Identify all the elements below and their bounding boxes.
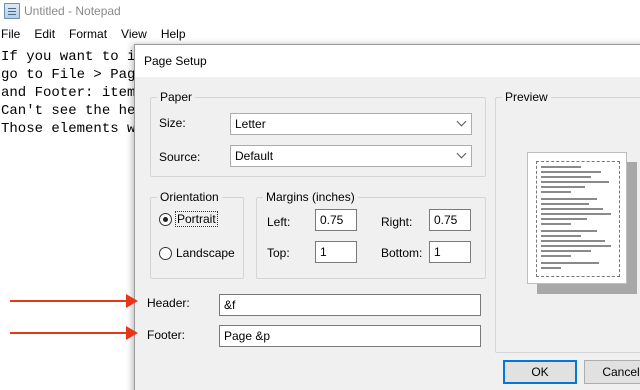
landscape-radio[interactable]: Landscape <box>159 246 235 260</box>
notepad-titlebar: Untitled - Notepad <box>0 0 640 22</box>
right-margin-value: 0.75 <box>434 213 458 227</box>
preview-text-line <box>541 267 561 269</box>
orientation-group: Orientation <box>150 190 244 279</box>
header-arrow-shaft <box>10 300 128 302</box>
dialog-title: Page Setup <box>144 54 207 68</box>
right-margin-input[interactable]: 0.75 <box>429 209 471 231</box>
header-label: Header: <box>147 296 190 310</box>
radio-selected-icon <box>159 212 172 226</box>
size-label: Size: <box>159 116 186 130</box>
footer-input[interactable]: Page &p <box>219 325 481 347</box>
landscape-label: Landscape <box>176 246 235 260</box>
menu-format[interactable]: Format <box>62 27 114 41</box>
top-margin-input[interactable]: 1 <box>315 241 357 263</box>
radio-unselected-icon <box>159 246 172 260</box>
preview-text-line <box>541 186 585 188</box>
bottom-margin-input[interactable]: 1 <box>429 241 471 263</box>
preview-text-line <box>541 191 571 193</box>
preview-text-line <box>541 198 597 200</box>
ok-button-label: OK <box>531 365 549 379</box>
preview-text-line <box>541 218 587 220</box>
header-value: &f <box>224 298 236 312</box>
paper-size-select[interactable]: Letter <box>230 113 472 135</box>
left-margin-label: Left: <box>267 215 291 229</box>
preview-text-line <box>541 255 571 257</box>
margins-legend: Margins (inches) <box>263 190 358 204</box>
menu-view[interactable]: View <box>114 27 154 41</box>
paper-source-select[interactable]: Default <box>230 145 472 167</box>
window-title: Untitled - Notepad <box>24 4 121 18</box>
cancel-button-label: Cancel <box>602 365 640 379</box>
preview-margin-outline <box>536 161 620 277</box>
cancel-button[interactable]: Cancel <box>584 360 640 384</box>
bottom-margin-value: 1 <box>434 245 441 259</box>
bottom-margin-label: Bottom: <box>381 246 423 260</box>
preview-text-line <box>541 230 597 232</box>
menu-edit[interactable]: Edit <box>27 27 62 41</box>
preview-text-line <box>541 203 589 205</box>
orientation-legend: Orientation <box>157 190 222 204</box>
paper-source-value: Default <box>235 149 274 163</box>
preview-text-line <box>541 262 599 264</box>
page-preview <box>527 152 627 284</box>
preview-text-line <box>541 250 591 252</box>
paper-size-value: Letter <box>235 117 266 131</box>
notepad-icon <box>4 3 20 19</box>
chevron-down-icon <box>456 116 467 127</box>
preview-text-line <box>541 181 609 183</box>
preview-text-line <box>541 171 601 173</box>
chevron-down-icon <box>456 148 467 159</box>
footer-label: Footer: <box>147 328 186 342</box>
top-margin-label: Top: <box>267 246 290 260</box>
top-margin-value: 1 <box>320 245 327 259</box>
preview-text-line <box>541 240 605 242</box>
preview-text-line <box>541 213 611 215</box>
menu-file[interactable]: File <box>0 27 27 41</box>
menu-bar: File Edit Format View Help <box>0 24 640 44</box>
footer-arrow-head-icon <box>126 326 138 340</box>
ok-button[interactable]: OK <box>503 360 577 384</box>
left-margin-input[interactable]: 0.75 <box>315 209 357 231</box>
preview-text-line <box>541 208 603 210</box>
preview-text-line <box>541 223 571 225</box>
portrait-label: Portrait <box>175 211 218 227</box>
right-margin-label: Right: <box>381 215 413 229</box>
preview-text-line <box>541 245 611 247</box>
header-input[interactable]: &f <box>219 294 481 316</box>
portrait-radio[interactable]: Portrait <box>159 211 218 227</box>
preview-text-line <box>541 176 591 178</box>
dialog-titlebar[interactable]: Page Setup <box>135 45 640 77</box>
menu-help[interactable]: Help <box>154 27 193 41</box>
source-label: Source: <box>159 150 201 164</box>
footer-value: Page &p <box>224 329 271 343</box>
preview-legend: Preview <box>502 90 551 104</box>
preview-text-line <box>541 235 581 237</box>
preview-text-line <box>541 166 581 168</box>
paper-legend: Paper <box>157 90 196 104</box>
header-arrow-head-icon <box>126 294 138 308</box>
footer-arrow-shaft <box>10 332 128 334</box>
left-margin-value: 0.75 <box>320 213 344 227</box>
